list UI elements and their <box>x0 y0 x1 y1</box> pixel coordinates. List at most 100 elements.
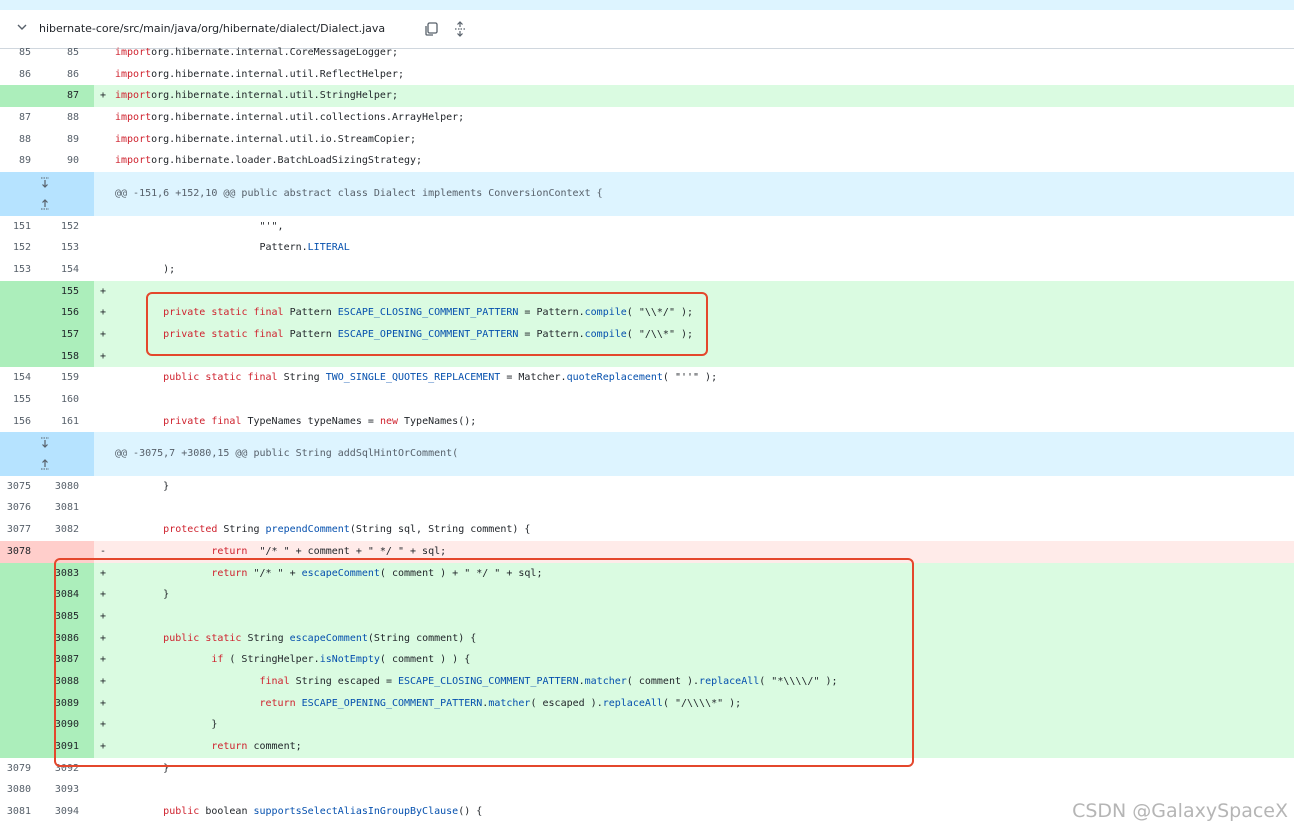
old-line-number[interactable]: 3079 <box>0 758 31 780</box>
new-line-number[interactable]: 3094 <box>47 801 79 823</box>
new-line-number[interactable]: 88 <box>47 107 79 129</box>
old-line-number[interactable] <box>0 649 31 671</box>
diff-line-add: 3086 + public static String escapeComment… <box>0 627 1294 650</box>
code-text: Pattern. <box>115 242 308 254</box>
old-line-number[interactable] <box>0 671 31 693</box>
code-line: ); <box>115 259 175 281</box>
old-line-number[interactable] <box>0 281 31 303</box>
old-line-number[interactable] <box>0 324 31 346</box>
new-line-number[interactable]: 155 <box>47 281 79 303</box>
new-line-number[interactable]: 3091 <box>47 736 79 758</box>
code-keyword: import <box>115 133 152 145</box>
new-line-number[interactable]: 3086 <box>47 628 79 650</box>
new-line-number[interactable]: 86 <box>47 64 79 86</box>
new-line-number[interactable]: 90 <box>47 150 79 172</box>
code-line: public boolean supportsSelectAliasInGrou… <box>115 801 482 823</box>
expand-up-icon[interactable] <box>38 457 52 471</box>
new-line-number[interactable]: 3087 <box>47 649 79 671</box>
diff-sign: + <box>100 567 107 579</box>
old-line-number[interactable]: 89 <box>0 150 31 172</box>
new-line-number[interactable]: 160 <box>47 389 79 411</box>
new-line-number[interactable]: 89 <box>47 129 79 151</box>
code-keyword: return <box>211 567 248 579</box>
code-entity: compile <box>584 307 627 319</box>
diff-line-add: 158 + <box>0 345 1294 368</box>
old-line-number[interactable] <box>0 302 31 324</box>
code-keyword: new <box>379 415 398 427</box>
expand-down-icon[interactable] <box>38 436 52 450</box>
code-keyword: import <box>115 90 152 102</box>
expand-up-icon[interactable] <box>38 197 52 211</box>
code-text: TypeNames(); <box>398 415 477 427</box>
diff-line-ctx: 3077 3082 protected String prependComment… <box>0 519 1294 541</box>
new-line-number[interactable]: 157 <box>47 324 79 346</box>
new-line-number[interactable]: 3083 <box>47 563 79 585</box>
old-line-number[interactable]: 153 <box>0 259 31 281</box>
old-line-number[interactable]: 151 <box>0 216 31 238</box>
diff-line-del: 3078 - return "/* " + comment + " */ " + … <box>0 540 1294 563</box>
old-line-number[interactable]: 3075 <box>0 476 31 498</box>
new-line-number[interactable]: 152 <box>47 216 79 238</box>
code-entity: ESCAPE_OPENING_COMMENT_PATTERN <box>337 328 519 340</box>
file-path[interactable]: hibernate-core/src/main/java/org/hiberna… <box>39 22 385 35</box>
old-line-number[interactable]: 3076 <box>0 497 31 519</box>
new-line-number[interactable]: 3082 <box>47 519 79 541</box>
new-line-number[interactable]: 158 <box>47 346 79 368</box>
new-line-number[interactable]: 3088 <box>47 671 79 693</box>
new-line-number[interactable]: 156 <box>47 302 79 324</box>
old-line-number[interactable]: 156 <box>0 411 31 433</box>
code-line: importorg.hibernate.internal.util.String… <box>115 85 398 107</box>
old-line-number[interactable] <box>0 584 31 606</box>
new-line-number[interactable]: 3085 <box>47 606 79 628</box>
new-line-number[interactable]: 159 <box>47 367 79 389</box>
new-line-number[interactable]: 3093 <box>47 779 79 801</box>
code-text: ( StringHelper. <box>223 654 320 666</box>
old-line-number[interactable]: 3077 <box>0 519 31 541</box>
old-line-number[interactable]: 3078 <box>0 541 31 563</box>
new-line-number[interactable]: 153 <box>47 237 79 259</box>
copy-icon[interactable] <box>423 21 439 37</box>
new-line-number[interactable]: 85 <box>47 42 79 64</box>
old-line-number[interactable] <box>0 628 31 650</box>
old-line-number[interactable]: 152 <box>0 237 31 259</box>
old-line-number[interactable]: 154 <box>0 367 31 389</box>
code-text: Pattern <box>283 307 338 319</box>
old-line-number[interactable] <box>0 736 31 758</box>
old-line-number[interactable]: 87 <box>0 107 31 129</box>
old-line-number[interactable]: 88 <box>0 129 31 151</box>
new-line-number[interactable] <box>47 541 79 563</box>
old-line-number[interactable] <box>0 693 31 715</box>
diff-sign: + <box>100 632 107 644</box>
code-entity: ESCAPE_CLOSING_COMMENT_PATTERN <box>337 307 519 319</box>
old-line-number[interactable] <box>0 714 31 736</box>
new-line-number[interactable]: 3089 <box>47 693 79 715</box>
expand-down-icon[interactable] <box>38 176 52 190</box>
new-line-number[interactable]: 3092 <box>47 758 79 780</box>
old-line-number[interactable] <box>0 563 31 585</box>
old-line-number[interactable] <box>0 606 31 628</box>
new-line-number[interactable]: 3084 <box>47 584 79 606</box>
new-line-number[interactable]: 154 <box>47 259 79 281</box>
code-line: importorg.hibernate.internal.util.io.Str… <box>115 129 416 151</box>
old-line-number[interactable]: 3080 <box>0 779 31 801</box>
new-line-number[interactable]: 3081 <box>47 497 79 519</box>
old-line-number[interactable]: 85 <box>0 42 31 64</box>
new-line-number[interactable]: 87 <box>47 85 79 107</box>
code-text: ( comment ) ) { <box>379 654 471 666</box>
old-line-number[interactable] <box>0 346 31 368</box>
code-line: "'", <box>115 216 283 238</box>
old-line-number[interactable]: 155 <box>0 389 31 411</box>
new-line-number[interactable]: 161 <box>47 411 79 433</box>
new-line-number[interactable]: 3080 <box>47 476 79 498</box>
expand-all-icon[interactable] <box>452 21 468 37</box>
new-line-number[interactable]: 3090 <box>47 714 79 736</box>
old-line-number[interactable] <box>0 85 31 107</box>
old-line-number[interactable]: 3081 <box>0 801 31 823</box>
old-line-number[interactable]: 86 <box>0 64 31 86</box>
diff-sign: + <box>100 307 107 319</box>
code-entity: quoteReplacement <box>566 372 663 384</box>
chevron-down-icon[interactable] <box>16 21 28 33</box>
diff-sign: - <box>100 545 107 557</box>
